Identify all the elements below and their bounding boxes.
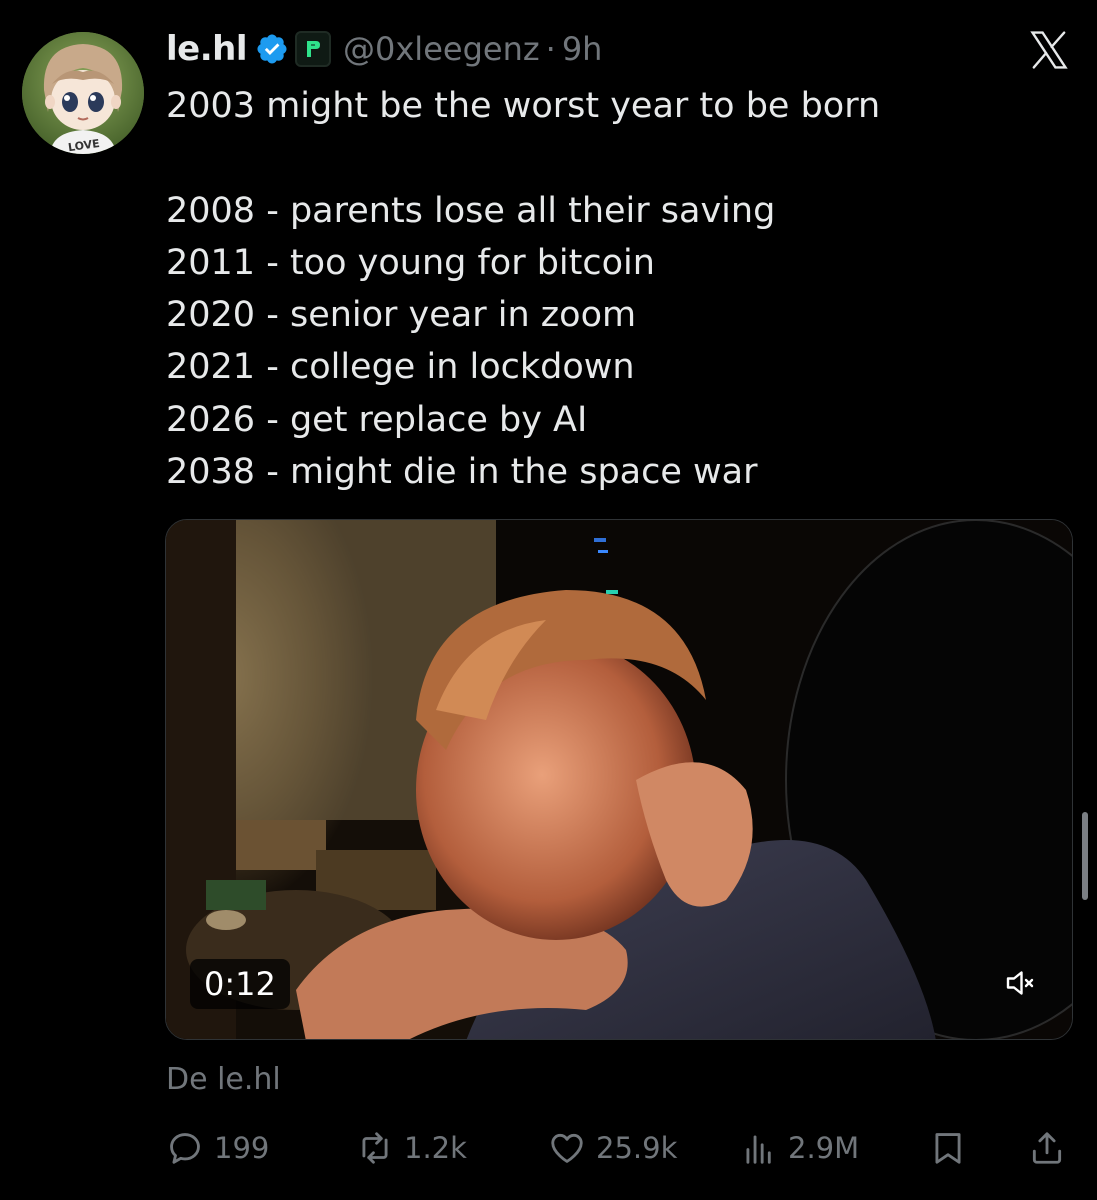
views-icon — [746, 1135, 771, 1164]
tweet-text: 2003 might be the worst year to be born … — [166, 80, 1046, 498]
video-frame — [166, 520, 1072, 1039]
views-button[interactable]: 2.9M — [740, 1120, 859, 1176]
scrollbar[interactable] — [1082, 812, 1088, 900]
tweet-text-line: 2003 might be the worst year to be born — [166, 86, 881, 126]
tweet-text-line: 2011 - too young for bitcoin — [166, 242, 655, 283]
reply-count: 199 — [214, 1131, 270, 1165]
repost-icon — [362, 1132, 388, 1164]
tweet-text-line: 2020 - senior year in zoom — [166, 295, 637, 336]
like-count: 25.9k — [596, 1131, 678, 1165]
repost-button[interactable]: 1.2k — [356, 1120, 467, 1176]
share-icon — [1032, 1132, 1062, 1164]
tweet-text-line: 2026 - get replace by AI — [166, 399, 588, 440]
tweet-text-line: 2008 - parents lose all their saving — [166, 190, 776, 231]
action-bar: 199 1.2k 25.9k 2.9M — [166, 1120, 1072, 1176]
repost-count: 1.2k — [404, 1131, 467, 1165]
tweet-header: le.hl @0xleegenz · 9h — [166, 26, 602, 72]
x-logo-icon — [1030, 31, 1068, 69]
like-button[interactable]: 25.9k — [548, 1120, 677, 1176]
tweet-text-line — [166, 132, 1046, 184]
source-attribution[interactable]: De le.hl — [166, 1062, 281, 1097]
timestamp[interactable]: 9h — [562, 30, 603, 68]
bookmark-button[interactable] — [929, 1120, 967, 1176]
tweet-text-line: 2038 - might die in the space war — [166, 452, 758, 493]
heart-icon — [551, 1133, 583, 1163]
reply-button[interactable]: 199 — [166, 1120, 269, 1176]
tweet-text-line: 2021 - college in lockdown — [166, 347, 635, 388]
affiliate-badge-icon[interactable] — [295, 31, 331, 67]
display-name[interactable]: le.hl — [166, 29, 248, 69]
user-handle[interactable]: @0xleegenz — [343, 30, 540, 68]
video-player[interactable]: 0:12 — [165, 519, 1073, 1040]
speaker-muted-icon[interactable] — [1002, 965, 1038, 1001]
reply-icon — [170, 1133, 200, 1164]
verified-badge-icon[interactable] — [255, 32, 289, 66]
bookmark-icon — [935, 1133, 961, 1164]
separator-dot: · — [545, 30, 556, 68]
avatar[interactable]: LOVE — [22, 32, 144, 154]
share-button[interactable] — [1028, 1120, 1066, 1176]
video-duration: 0:12 — [190, 959, 290, 1009]
view-count: 2.9M — [788, 1131, 860, 1165]
